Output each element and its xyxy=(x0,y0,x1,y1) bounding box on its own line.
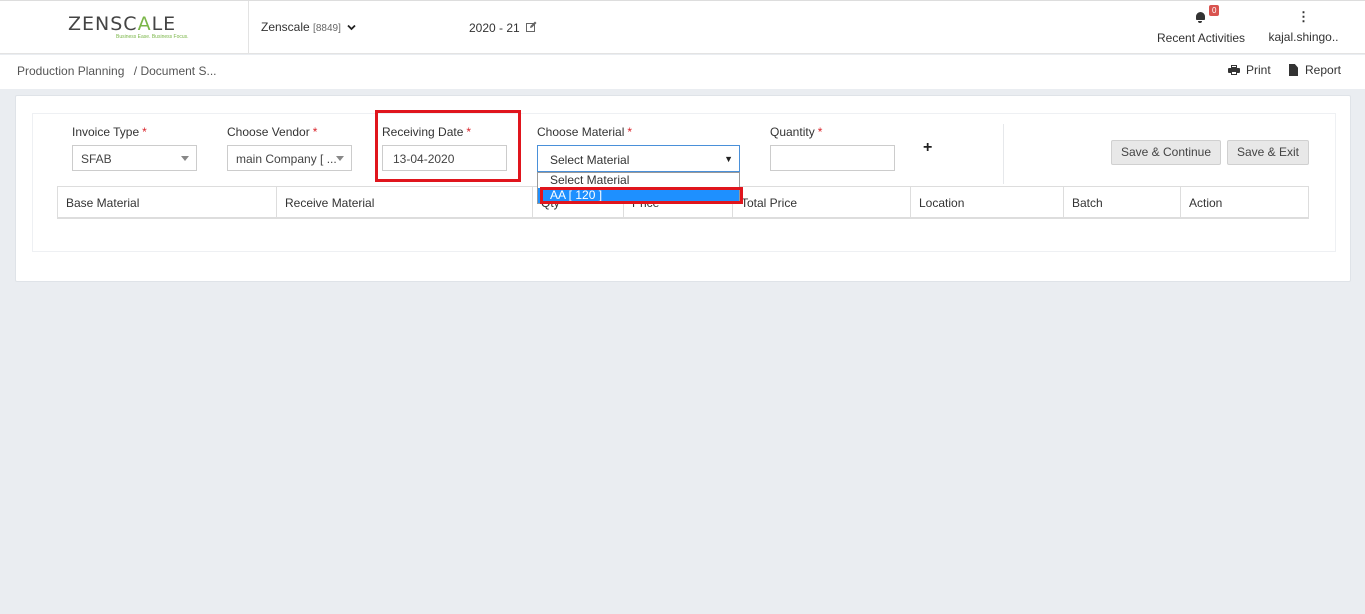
breadcrumb-bar: Production Planning / Document S... Prin… xyxy=(0,55,1365,89)
breadcrumb: Production Planning / Document S... xyxy=(17,64,216,78)
material-option-placeholder[interactable]: Select Material xyxy=(538,173,739,188)
recent-activities-label: Recent Activities xyxy=(1157,31,1246,45)
bell-icon xyxy=(1194,11,1206,23)
material-value: Select Material xyxy=(550,153,630,167)
document-icon xyxy=(1289,64,1298,76)
column-header: Base Material xyxy=(66,196,140,210)
save-exit-button[interactable]: Save & Exit xyxy=(1227,140,1309,165)
logo-wordmark: ZENSCALE xyxy=(68,13,177,35)
add-icon[interactable]: + xyxy=(923,139,932,157)
top-header: ZENSCALE Business Ease. Business Focus. … xyxy=(0,0,1365,54)
quantity-input[interactable] xyxy=(770,145,895,171)
report-label: Report xyxy=(1305,63,1342,77)
form-divider xyxy=(1003,124,1004,184)
breadcrumb-parent[interactable]: Production Planning xyxy=(17,64,124,78)
column-header: Batch xyxy=(1063,187,1180,218)
edit-icon xyxy=(526,21,537,35)
save-continue-button[interactable]: Save & Continue xyxy=(1111,140,1221,165)
vendor-value: main Company [ ... xyxy=(236,152,337,166)
receiving-date-highlight xyxy=(375,110,521,182)
print-button[interactable]: Print xyxy=(1228,63,1271,77)
material-select[interactable]: Select Material ▼ xyxy=(537,145,740,172)
quantity-label: Quantity * xyxy=(770,125,823,139)
caret-down-icon: ▼ xyxy=(724,154,733,164)
caret-down-icon xyxy=(181,156,189,161)
vendor-label: Choose Vendor * xyxy=(227,125,318,139)
column-header: Location xyxy=(910,187,1063,218)
material-label: Choose Material * xyxy=(537,125,633,139)
fiscal-year-selector[interactable]: 2020 - 21 xyxy=(469,21,537,35)
logo-tagline: Business Ease. Business Focus. xyxy=(116,34,189,40)
caret-down-icon xyxy=(336,156,344,161)
invoice-type-label: Invoice Type * xyxy=(72,125,147,139)
company-switcher[interactable]: Zenscale [8849] xyxy=(261,20,356,34)
printer-icon xyxy=(1228,65,1240,75)
breadcrumb-current: Document S... xyxy=(140,64,217,78)
recent-activities-button[interactable]: Recent Activities xyxy=(1157,11,1246,45)
header-divider xyxy=(248,1,249,54)
zenscale-logo[interactable]: ZENSCALE Business Ease. Business Focus. xyxy=(68,13,189,40)
vendor-select[interactable]: main Company [ ... xyxy=(227,145,352,171)
print-label: Print xyxy=(1246,63,1271,77)
column-header: Action xyxy=(1180,187,1308,218)
column-header: Total Price xyxy=(732,187,910,218)
company-code: [8849] xyxy=(313,23,341,34)
breadcrumb-separator: / xyxy=(133,64,138,78)
chevron-down-icon xyxy=(347,23,356,34)
fiscal-year-label: 2020 - 21 xyxy=(469,21,520,35)
user-name: kajal.shingo.. xyxy=(1268,30,1339,44)
invoice-type-value: SFAB xyxy=(81,152,112,166)
invoice-type-select[interactable]: SFAB xyxy=(72,145,197,171)
material-option-highlight xyxy=(540,187,743,204)
notification-badge: 0 xyxy=(1209,5,1220,16)
user-menu[interactable]: ⋮ kajal.shingo.. xyxy=(1266,9,1341,44)
company-name: Zenscale xyxy=(261,20,310,34)
report-button[interactable]: Report xyxy=(1289,63,1341,77)
kebab-menu-icon: ⋮ xyxy=(1297,9,1310,24)
column-header: Receive Material xyxy=(276,187,532,218)
